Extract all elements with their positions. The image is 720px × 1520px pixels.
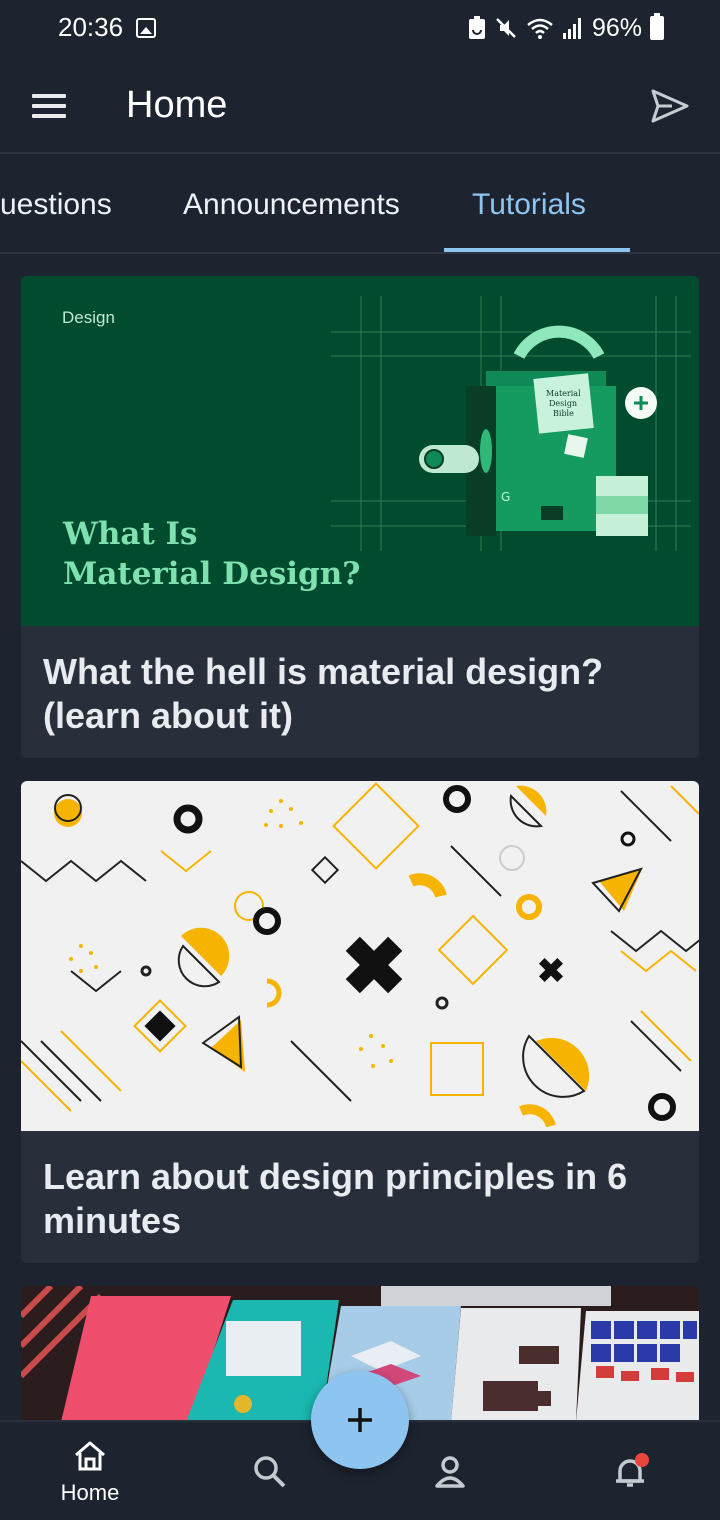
- battery-icon: [650, 13, 664, 40]
- tab-bar: uestions Announcements Tutorials: [0, 156, 720, 254]
- battery-percent: 96%: [591, 13, 642, 42]
- menu-icon[interactable]: [32, 94, 66, 118]
- signal-icon: [562, 18, 581, 39]
- material-book-illustration: Material Design Bible G: [331, 296, 691, 551]
- nav-item-search[interactable]: [210, 1422, 330, 1520]
- nav-item-home[interactable]: Home: [30, 1422, 150, 1520]
- tutorial-card[interactable]: Design What Is Material Design? Material…: [21, 276, 699, 758]
- search-icon: [254, 1456, 286, 1488]
- geometric-pattern-illustration: [21, 782, 699, 1128]
- svg-text:Design: Design: [549, 399, 577, 408]
- tab-tutorials[interactable]: Tutorials: [472, 188, 586, 222]
- status-bar: 20:36 96%: [0, 0, 720, 58]
- card-title: What the hell is material design? (learn…: [43, 651, 604, 736]
- battery-saver-icon: [468, 16, 485, 39]
- send-icon[interactable]: [650, 86, 690, 126]
- add-button[interactable]: [311, 1371, 409, 1469]
- wifi-icon: [527, 18, 553, 39]
- svg-text:G: G: [501, 490, 510, 504]
- tutorial-card[interactable]: Learn about design principles in 6 minut…: [21, 781, 699, 1263]
- image-icon: [136, 18, 156, 38]
- status-icons: 96%: [468, 12, 664, 44]
- nav-item-notifications[interactable]: [570, 1422, 690, 1520]
- page-title: Home: [126, 84, 228, 126]
- app-bar: Home: [0, 58, 720, 154]
- svg-text:Material: Material: [546, 389, 581, 398]
- home-icon: [75, 1441, 105, 1471]
- mute-icon: [496, 18, 516, 38]
- notification-badge: [635, 1453, 649, 1467]
- svg-text:Bible: Bible: [553, 409, 574, 418]
- card-image-tag: Design: [62, 308, 115, 327]
- status-time: 20:36: [58, 12, 124, 42]
- screen: 20:36 96% Home uestions Announcements Tu…: [0, 0, 720, 1520]
- card-image-material-design: Design What Is Material Design? Material…: [21, 276, 699, 626]
- tab-announcements[interactable]: Announcements: [183, 188, 400, 222]
- profile-icon: [435, 1456, 465, 1488]
- card-image-geometric-shapes: [21, 781, 699, 1131]
- nav-item-profile[interactable]: [390, 1422, 510, 1520]
- card-title: Learn about design principles in 6 minut…: [43, 1156, 628, 1241]
- tab-indicator: [444, 248, 630, 252]
- add-icon: [348, 1408, 372, 1432]
- card-image-heading: What Is Material Design?: [63, 516, 361, 592]
- nav-label-home: Home: [60, 1480, 120, 1505]
- tab-questions[interactable]: uestions: [0, 188, 112, 222]
